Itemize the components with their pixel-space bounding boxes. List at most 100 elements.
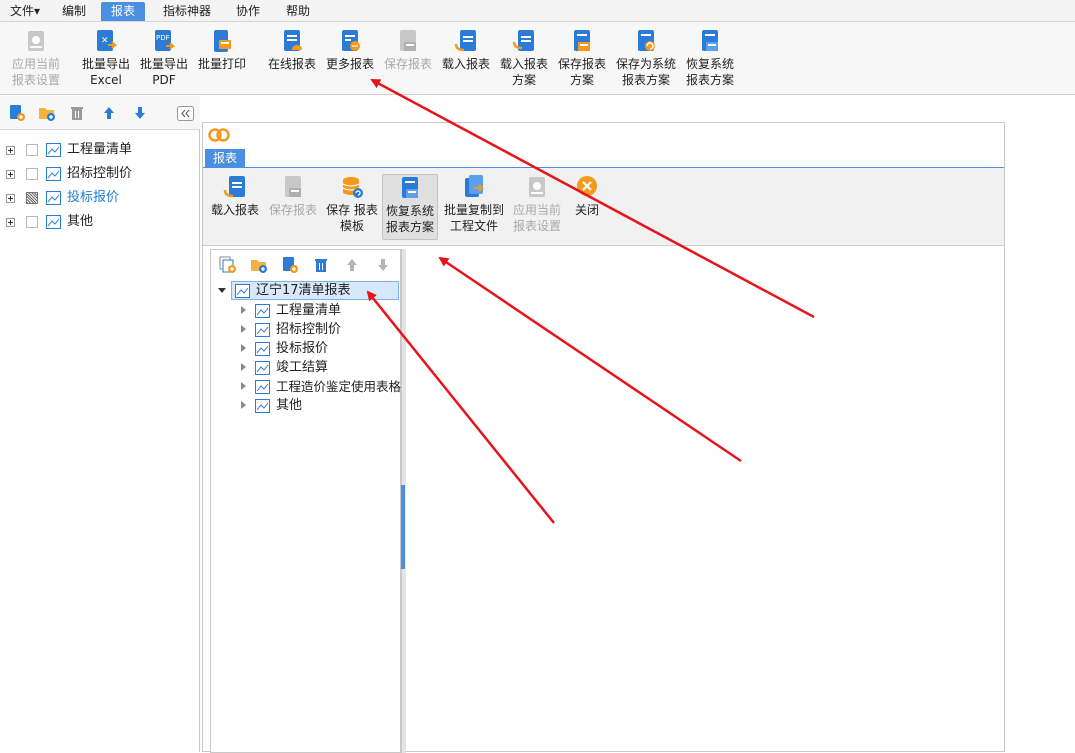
load-report-button[interactable]: 载入报表 <box>438 28 494 92</box>
collapse-triangle-icon[interactable] <box>218 288 226 293</box>
add-report-icon[interactable] <box>281 256 299 274</box>
report-folder-icon <box>46 143 61 157</box>
batch-export-excel-button[interactable]: ✕ 批量导出 Excel <box>78 28 134 92</box>
load-report-icon <box>454 30 476 52</box>
label-line1: 保存报表 <box>268 203 317 217</box>
dialog-load-report-button[interactable]: 载入报表 <box>207 174 263 240</box>
menu-edit[interactable]: 编制 <box>52 2 96 21</box>
ribbon-toolbar: 应用当前 报表设置 ✕ 批量导出 Excel PDF 批量导出 PDF 批量打印 <box>0 22 1075 95</box>
tab-report[interactable]: 报表 <box>205 149 246 167</box>
save-system-scheme-icon <box>638 30 655 51</box>
tree-child-label: 竣工结算 <box>276 360 329 375</box>
checkbox[interactable] <box>26 144 38 156</box>
save-report-button[interactable]: 保存报表 <box>380 28 436 92</box>
menu-collab[interactable]: 协作 <box>226 2 270 21</box>
add-folder-icon[interactable] <box>38 104 56 122</box>
tree-child-label: 投标报价 <box>276 341 329 356</box>
report-folder-icon <box>255 304 270 318</box>
batch-copy-button[interactable]: 批量复制到 工程文件 <box>441 174 507 240</box>
label-line2: 方案 <box>569 73 594 87</box>
label-line1: 批量复制到 <box>443 203 504 217</box>
splitter-handle[interactable] <box>401 485 405 569</box>
label-line2: 报表方案 <box>621 73 670 87</box>
label-line2: Excel <box>90 73 122 87</box>
tree-child-node[interactable]: 工程造价鉴定使用表格 <box>239 377 401 396</box>
online-report-button[interactable]: 在线报表 <box>264 28 320 92</box>
label-line1: 载入报表 <box>499 57 548 71</box>
expand-triangle-icon[interactable] <box>241 344 246 352</box>
batch-print-button[interactable]: 批量打印 <box>194 28 250 92</box>
label-line1: 应用当前 <box>11 57 60 71</box>
load-scheme-icon <box>512 30 534 51</box>
save-scheme-button[interactable]: 保存报表 方案 <box>554 28 610 92</box>
menu-indicator[interactable]: 指标神器 <box>153 2 221 21</box>
expand-triangle-icon[interactable] <box>241 363 246 371</box>
excel-export-icon: ✕ <box>97 30 118 51</box>
app-logo-icon <box>208 128 230 142</box>
delete-icon[interactable] <box>312 256 330 274</box>
restore-system-scheme-button[interactable]: 恢复系统 报表方案 <box>682 28 738 92</box>
expand-icon[interactable] <box>6 218 15 227</box>
menu-help[interactable]: 帮助 <box>276 2 320 21</box>
tree-child-node[interactable]: 投标报价 <box>239 339 399 358</box>
menu-file[interactable]: 文件▾ <box>0 2 50 21</box>
move-down-icon[interactable] <box>374 256 392 274</box>
report-folder-icon <box>255 323 270 337</box>
more-reports-dialog: 报表 载入报表 保存报表 保存 报表模板 恢复系统 报表方案 批量复制到 工程文… <box>202 122 1005 753</box>
expand-icon[interactable] <box>6 170 15 179</box>
expand-triangle-icon[interactable] <box>241 382 246 390</box>
dialog-save-report-button[interactable]: 保存报表 <box>265 174 321 240</box>
menu-report[interactable]: 报表 <box>101 2 146 21</box>
label-line1: 保存报表 <box>557 57 606 71</box>
label-line1: 批量导出 <box>139 57 188 71</box>
report-folder-icon <box>255 361 270 375</box>
tree-child-label: 工程量清单 <box>276 303 342 318</box>
copy-add-icon[interactable] <box>219 256 237 274</box>
tree-child-node[interactable]: 工程量清单 <box>239 301 399 320</box>
move-up-icon[interactable] <box>343 256 361 274</box>
close-button[interactable]: 关闭 <box>567 174 607 240</box>
label-line1: 应用当前 <box>512 203 561 217</box>
move-up-icon[interactable] <box>100 104 118 122</box>
tree-child-node[interactable]: 竣工结算 <box>239 358 399 377</box>
more-reports-button[interactable]: 更多报表 <box>322 28 378 92</box>
label-line1: 更多报表 <box>325 57 374 71</box>
print-icon <box>214 30 231 52</box>
label-line1: 保存报表 <box>383 57 432 71</box>
tree-child-node[interactable]: 其他 <box>239 396 399 415</box>
tree-item-bill-of-quantities[interactable]: 工程量清单 <box>0 140 200 160</box>
expand-triangle-icon[interactable] <box>241 306 246 314</box>
expand-triangle-icon[interactable] <box>241 401 246 409</box>
batch-export-pdf-button[interactable]: PDF 批量导出 PDF <box>136 28 192 92</box>
tree-child-node[interactable]: 招标控制价 <box>239 320 399 339</box>
expand-triangle-icon[interactable] <box>241 325 246 333</box>
load-scheme-button[interactable]: 载入报表 方案 <box>496 28 552 92</box>
dialog-restore-system-scheme-button[interactable]: 恢复系统 报表方案 <box>382 174 438 240</box>
tree-item-bid-price[interactable]: 投标报价 <box>0 188 200 208</box>
add-report-icon[interactable] <box>8 104 26 122</box>
left-panel: 工程量清单 招标控制价 投标报价 其他 <box>0 96 200 752</box>
apply-settings-icon <box>529 177 545 197</box>
move-down-icon[interactable] <box>131 104 149 122</box>
save-template-button[interactable]: 保存 报表模板 <box>325 174 379 240</box>
dialog-apply-settings-button[interactable]: 应用当前 报表设置 <box>509 174 565 240</box>
delete-icon[interactable] <box>68 104 86 122</box>
restore-system-scheme-icon <box>402 177 418 198</box>
label-line2: 方案 <box>511 73 536 87</box>
add-folder-icon[interactable] <box>250 256 268 274</box>
label-line1: 在线报表 <box>267 57 316 71</box>
dialog-toolbar: 载入报表 保存报表 保存 报表模板 恢复系统 报表方案 批量复制到 工程文件 应… <box>203 168 1004 246</box>
tree-item-other[interactable]: 其他 <box>0 212 200 232</box>
checkbox-partial[interactable] <box>26 192 38 204</box>
apply-settings-button[interactable]: 应用当前 报表设置 <box>8 28 64 92</box>
tree-root-node[interactable]: 辽宁17清单报表 <box>231 281 399 300</box>
checkbox[interactable] <box>26 216 38 228</box>
tree-item-tender-control-price[interactable]: 招标控制价 <box>0 164 200 184</box>
expand-icon[interactable] <box>6 146 15 155</box>
expand-icon[interactable] <box>6 194 15 203</box>
collapse-panel-icon[interactable] <box>177 106 194 121</box>
save-report-icon <box>285 176 301 197</box>
label-line1: 恢复系统 <box>685 57 734 71</box>
save-system-scheme-button[interactable]: 保存为系统 报表方案 <box>614 28 678 92</box>
checkbox[interactable] <box>26 168 38 180</box>
